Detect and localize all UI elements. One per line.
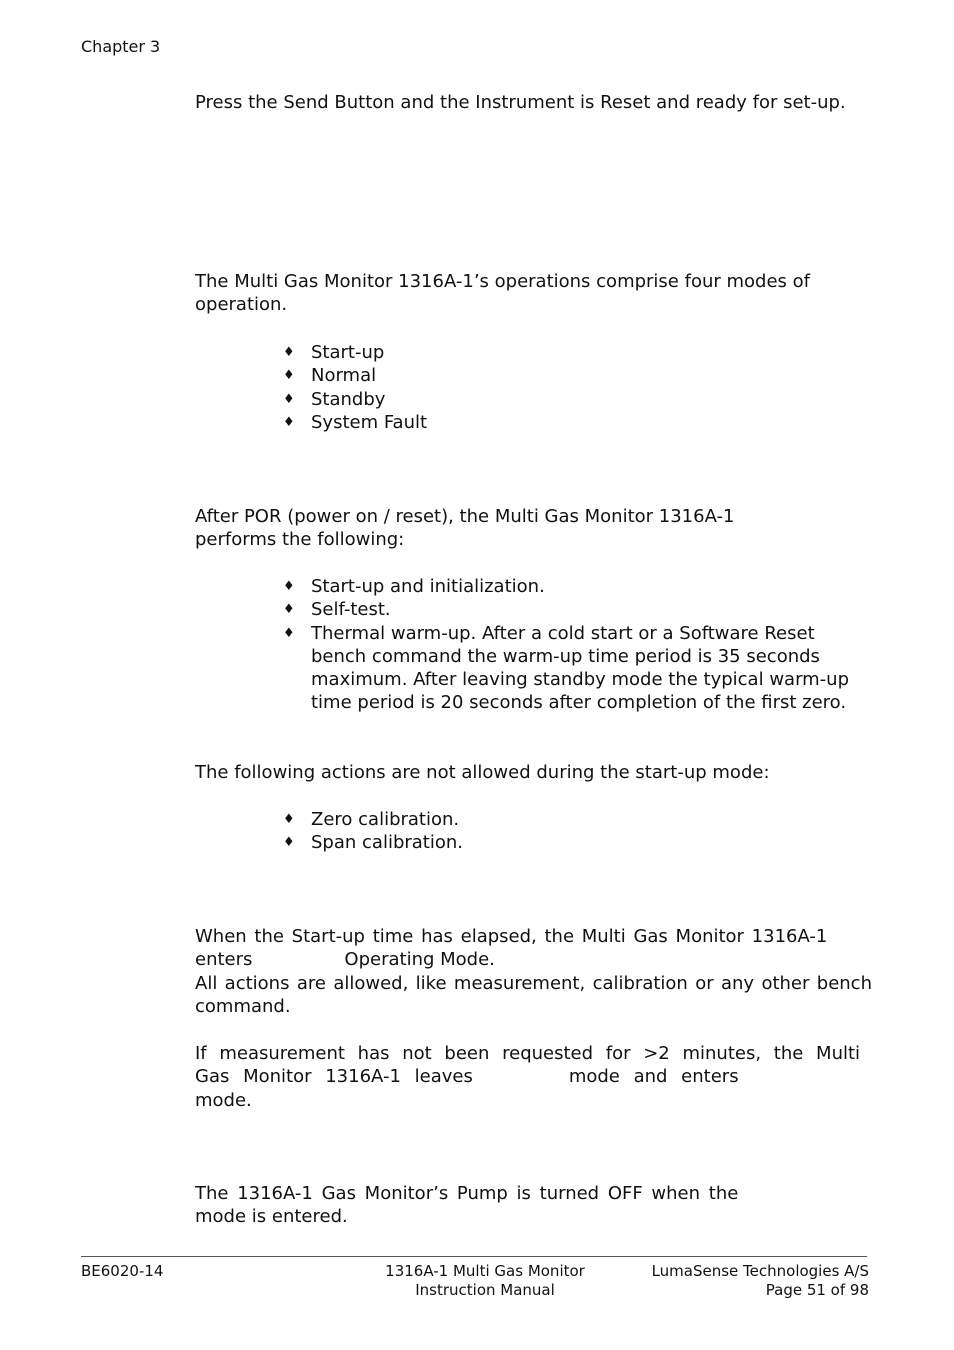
footer-product: 1316A-1 Multi Gas Monitor	[385, 1262, 585, 1280]
normal-line-1: When the Start-up time has elapsed, the …	[195, 926, 828, 947]
list-item: ♦ Self-test.	[283, 598, 868, 621]
list-item: ♦ Thermal warm-up. After a cold start or …	[283, 622, 868, 715]
footer-manual: Instruction Manual	[415, 1281, 555, 1299]
mode-standby: Standby	[311, 388, 386, 410]
list-item: ♦ Start-up	[283, 341, 873, 364]
step-text: Thermal warm-up. After a cold start or a…	[311, 622, 850, 714]
diamond-bullet-icon: ♦	[283, 602, 295, 618]
modes-list: ♦ Start-up ♦ Normal ♦ Standby ♦ System Fault	[283, 341, 873, 434]
idle-paragraph: If measurement has not been requested fo…	[195, 1042, 872, 1112]
leaves-text: Gas Monitor 1316A-1 leaves	[195, 1066, 473, 1088]
chapter-label: Chapter 3	[81, 37, 161, 56]
enters-text: enters	[195, 949, 253, 971]
mode-system-fault: System Fault	[311, 411, 428, 433]
list-item: ♦ Start-up and initialization.	[283, 575, 868, 598]
normal-line-2: enters Operating Mode.	[195, 948, 872, 971]
footer-divider	[81, 1256, 867, 1257]
diamond-bullet-icon: ♦	[283, 579, 295, 594]
allowed-text: All actions are allowed, like measuremen…	[195, 972, 872, 1017]
footer-page-number: Page 51 of 98	[765, 1281, 869, 1299]
reset-paragraph: Press the Send Button and the Instrument…	[195, 92, 846, 113]
diamond-bullet-icon: ♦	[283, 812, 295, 827]
step-text: Self-test.	[311, 599, 391, 621]
list-item: ♦ Standby	[283, 388, 873, 411]
diamond-bullet-icon: ♦	[283, 368, 295, 384]
list-item: ♦ Zero calibration.	[283, 808, 873, 831]
action-text: Zero calibration.	[311, 809, 460, 830]
idle-line-3: mode.	[195, 1089, 252, 1111]
diamond-bullet-icon: ♦	[283, 625, 295, 641]
standby-line-2: mode is entered.	[195, 1206, 348, 1228]
step-text: Start-up and initialization.	[311, 576, 545, 597]
footer-company: LumaSense Technologies A/S	[651, 1262, 869, 1280]
normal-mode-paragraph: When the Start-up time has elapsed, the …	[195, 925, 872, 1018]
idle-line-2: Gas Monitor 1316A-1 leaves mode and enter…	[195, 1065, 872, 1088]
footer-doc-code: BE6020-14	[81, 1262, 164, 1280]
not-allowed-list: ♦ Zero calibration. ♦ Span calibration.	[283, 808, 873, 855]
modes-intro-paragraph: The Multi Gas Monitor 1316A-1’s operatio…	[195, 271, 810, 316]
mode-and-enters-text: mode and enters	[568, 1066, 739, 1088]
diamond-bullet-icon: ♦	[283, 835, 295, 851]
operating-mode-text: Operating Mode.	[344, 949, 495, 971]
list-item: ♦ Span calibration.	[283, 831, 873, 854]
startup-steps-list: ♦ Start-up and initialization. ♦ Self-test…	[283, 575, 868, 715]
manual-page: Chapter 3 Press the Send Button and the …	[0, 0, 954, 1350]
list-item: ♦ Normal	[283, 364, 873, 387]
diamond-bullet-icon: ♦	[283, 345, 295, 360]
list-item: ♦ System Fault	[283, 411, 873, 434]
standby-paragraph: The 1316A-1 Gas Monitor’s Pump is turned…	[195, 1182, 872, 1229]
startup-intro-paragraph: After POR (power on / reset), the Multi …	[195, 506, 735, 551]
idle-line-1: If measurement has not been requested fo…	[195, 1043, 861, 1064]
action-text: Span calibration.	[311, 832, 463, 854]
mode-startup: Start-up	[311, 342, 385, 363]
standby-line-1: The 1316A-1 Gas Monitor’s Pump is turned…	[195, 1183, 739, 1204]
diamond-bullet-icon: ♦	[283, 391, 295, 407]
not-allowed-intro: The following actions are not allowed du…	[195, 762, 770, 783]
mode-normal: Normal	[311, 365, 377, 387]
diamond-bullet-icon: ♦	[283, 414, 295, 430]
